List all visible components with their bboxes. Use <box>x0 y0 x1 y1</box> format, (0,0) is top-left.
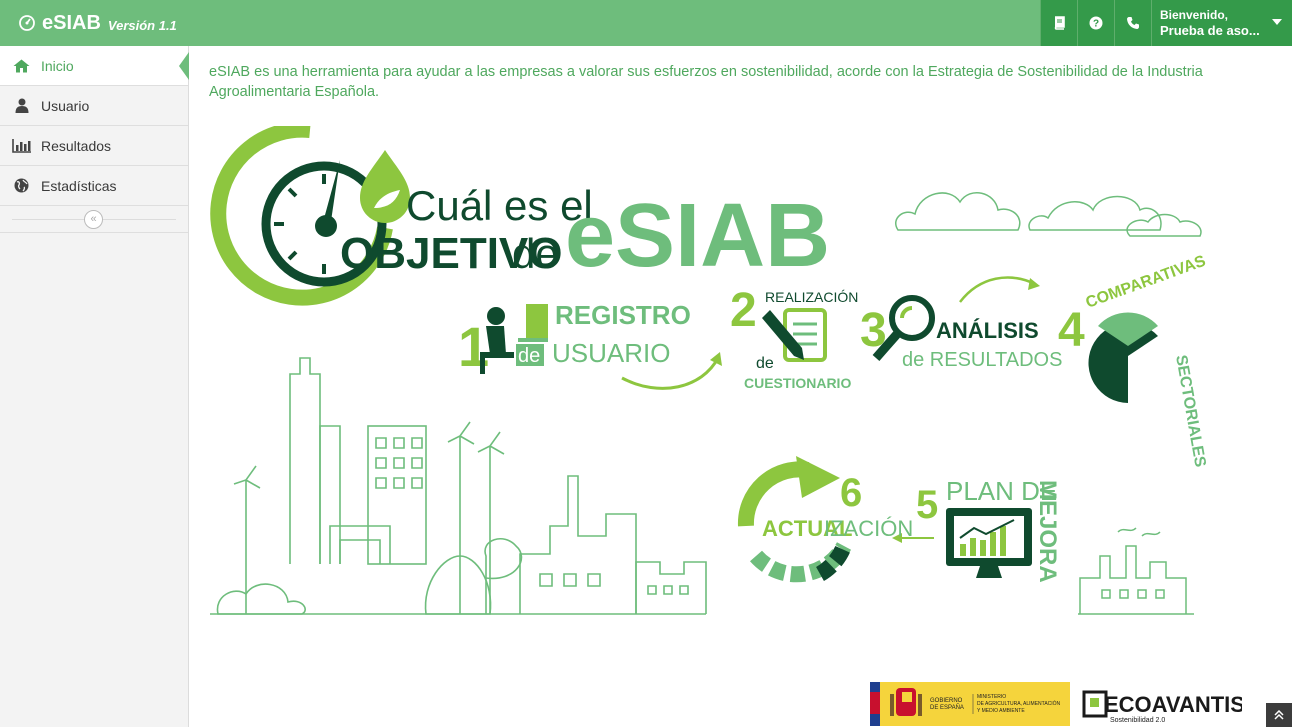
navbar-actions: ? Bienvenido, Prueba de aso... <box>1040 0 1292 46</box>
step-text: ANÁLISIS <box>936 318 1039 343</box>
contact-button[interactable] <box>1114 0 1151 46</box>
step-text: REALIZACIÓN <box>765 289 858 305</box>
step-4-comparativas: 4 COMPARATIVAS SECTORIALES <box>1058 253 1209 469</box>
svg-text:?: ? <box>1093 19 1099 30</box>
sidebar-item-estadisticas[interactable]: Estadísticas <box>0 166 188 206</box>
user-icon <box>12 98 31 114</box>
scroll-to-top-button[interactable] <box>1266 703 1292 727</box>
step-text: de RESULTADOS <box>902 349 1062 371</box>
monitor-chart-icon <box>946 508 1032 578</box>
sidebar-item-resultados[interactable]: Resultados <box>0 126 188 166</box>
sidebar-item-label: Estadísticas <box>41 177 117 194</box>
app-brand[interactable]: eSIAB Versión 1.1 <box>18 10 177 36</box>
home-icon <box>12 58 31 74</box>
collapse-sidebar-button[interactable]: « <box>84 210 103 229</box>
ministry-line2: DE AGRICULTURA, ALIMENTACIÓN <box>977 700 1061 707</box>
sidebar-item-label: Resultados <box>41 137 112 154</box>
book-icon <box>1054 16 1065 30</box>
step-1-registro: 1 REGISTRO de USUARIO <box>458 300 722 390</box>
sponsor-logos: GOBIERNO DE ESPAÑA MINISTERIO DE AGRICUL… <box>870 682 1242 726</box>
step-number: 4 <box>1058 304 1085 357</box>
government-logo: GOBIERNO DE ESPAÑA MINISTERIO DE AGRICUL… <box>870 682 1070 726</box>
app-name: eSIAB <box>42 11 101 34</box>
step-number: 5 <box>916 483 938 527</box>
manual-button[interactable] <box>1040 0 1077 46</box>
phone-icon <box>1127 17 1139 29</box>
bar-chart-icon <box>12 138 31 154</box>
infographic-title-line2b: de <box>512 230 559 277</box>
step-number: 2 <box>730 284 757 337</box>
app-version: Versión 1.1 <box>107 17 177 33</box>
logo-icon <box>19 15 35 31</box>
top-navbar: eSIAB Versión 1.1 ? Bienvenido, Prueba d… <box>0 0 1292 46</box>
step-text: IZACIÓN <box>824 516 913 541</box>
step-text: SECTORIALES <box>1172 354 1209 469</box>
help-button[interactable]: ? <box>1077 0 1114 46</box>
main-content: eSIAB es una herramienta para ayudar a l… <box>190 46 1292 727</box>
intro-text: eSIAB es una herramienta para ayudar a l… <box>209 64 1203 100</box>
step-text: REGISTRO <box>555 300 691 330</box>
step-text: USUARIO <box>552 338 670 368</box>
step-3-analisis: 3 ANÁLISIS de RESULTADOS <box>860 276 1062 371</box>
ecoavantis-logo: ECOAVANTIS Sostenibilidad 2.0 <box>1082 690 1242 724</box>
sidebar-collapse-row: « <box>0 206 188 233</box>
infographic-brand: eSIAB <box>565 186 830 286</box>
step-6-actualizacion: 6 ACTUAL IZACIÓN <box>737 456 913 583</box>
sidebar: Inicio Usuario Resultados Estadísticas « <box>0 46 189 727</box>
city-illustration <box>210 357 707 615</box>
step-text: de <box>518 345 540 367</box>
sidebar-item-label: Inicio <box>41 57 74 74</box>
ministry-line3: Y MEDIO AMBIENTE <box>977 708 1025 714</box>
step-5-plan-mejora: 5 PLAN DE MEJORA <box>892 476 1061 583</box>
clouds-illustration <box>895 192 1202 237</box>
ecoavantis-tagline: Sostenibilidad 2.0 <box>1110 717 1165 724</box>
step-text: de <box>756 355 774 372</box>
step-text: MEJORA <box>1034 480 1061 583</box>
step-text: CUESTIONARIO <box>744 375 851 391</box>
factory-illustration <box>1078 527 1194 615</box>
caret-down-icon <box>1272 19 1282 25</box>
pencil-document-icon <box>762 308 827 362</box>
double-chevron-up-icon <box>1274 710 1284 720</box>
globe-icon <box>12 178 31 194</box>
ecoavantis-name: ECOAVANTIS <box>1104 692 1242 717</box>
gov-line1: GOBIERNO <box>930 698 963 704</box>
user-menu[interactable]: Bienvenido, Prueba de aso... <box>1151 0 1292 46</box>
esiab-infographic: Cuál es el OBJETIVO de eSIAB 1 REGISTRO … <box>210 126 1209 615</box>
sidebar-item-label: Usuario <box>41 97 90 114</box>
step-number: 6 <box>840 471 862 515</box>
ministry-line1: MINISTERIO <box>977 694 1006 700</box>
step-2-cuestionario: 2 REALIZACIÓN de CUESTIONARIO <box>730 284 858 391</box>
gov-line2: DE ESPAÑA <box>930 704 964 711</box>
user-name: Prueba de aso... <box>1160 23 1260 38</box>
sidebar-item-inicio[interactable]: Inicio <box>0 46 189 86</box>
help-icon: ? <box>1089 16 1103 30</box>
sidebar-item-usuario[interactable]: Usuario <box>0 86 188 126</box>
step-text: COMPARATIVAS <box>1084 253 1209 312</box>
pie-chart-icon <box>1088 312 1158 403</box>
